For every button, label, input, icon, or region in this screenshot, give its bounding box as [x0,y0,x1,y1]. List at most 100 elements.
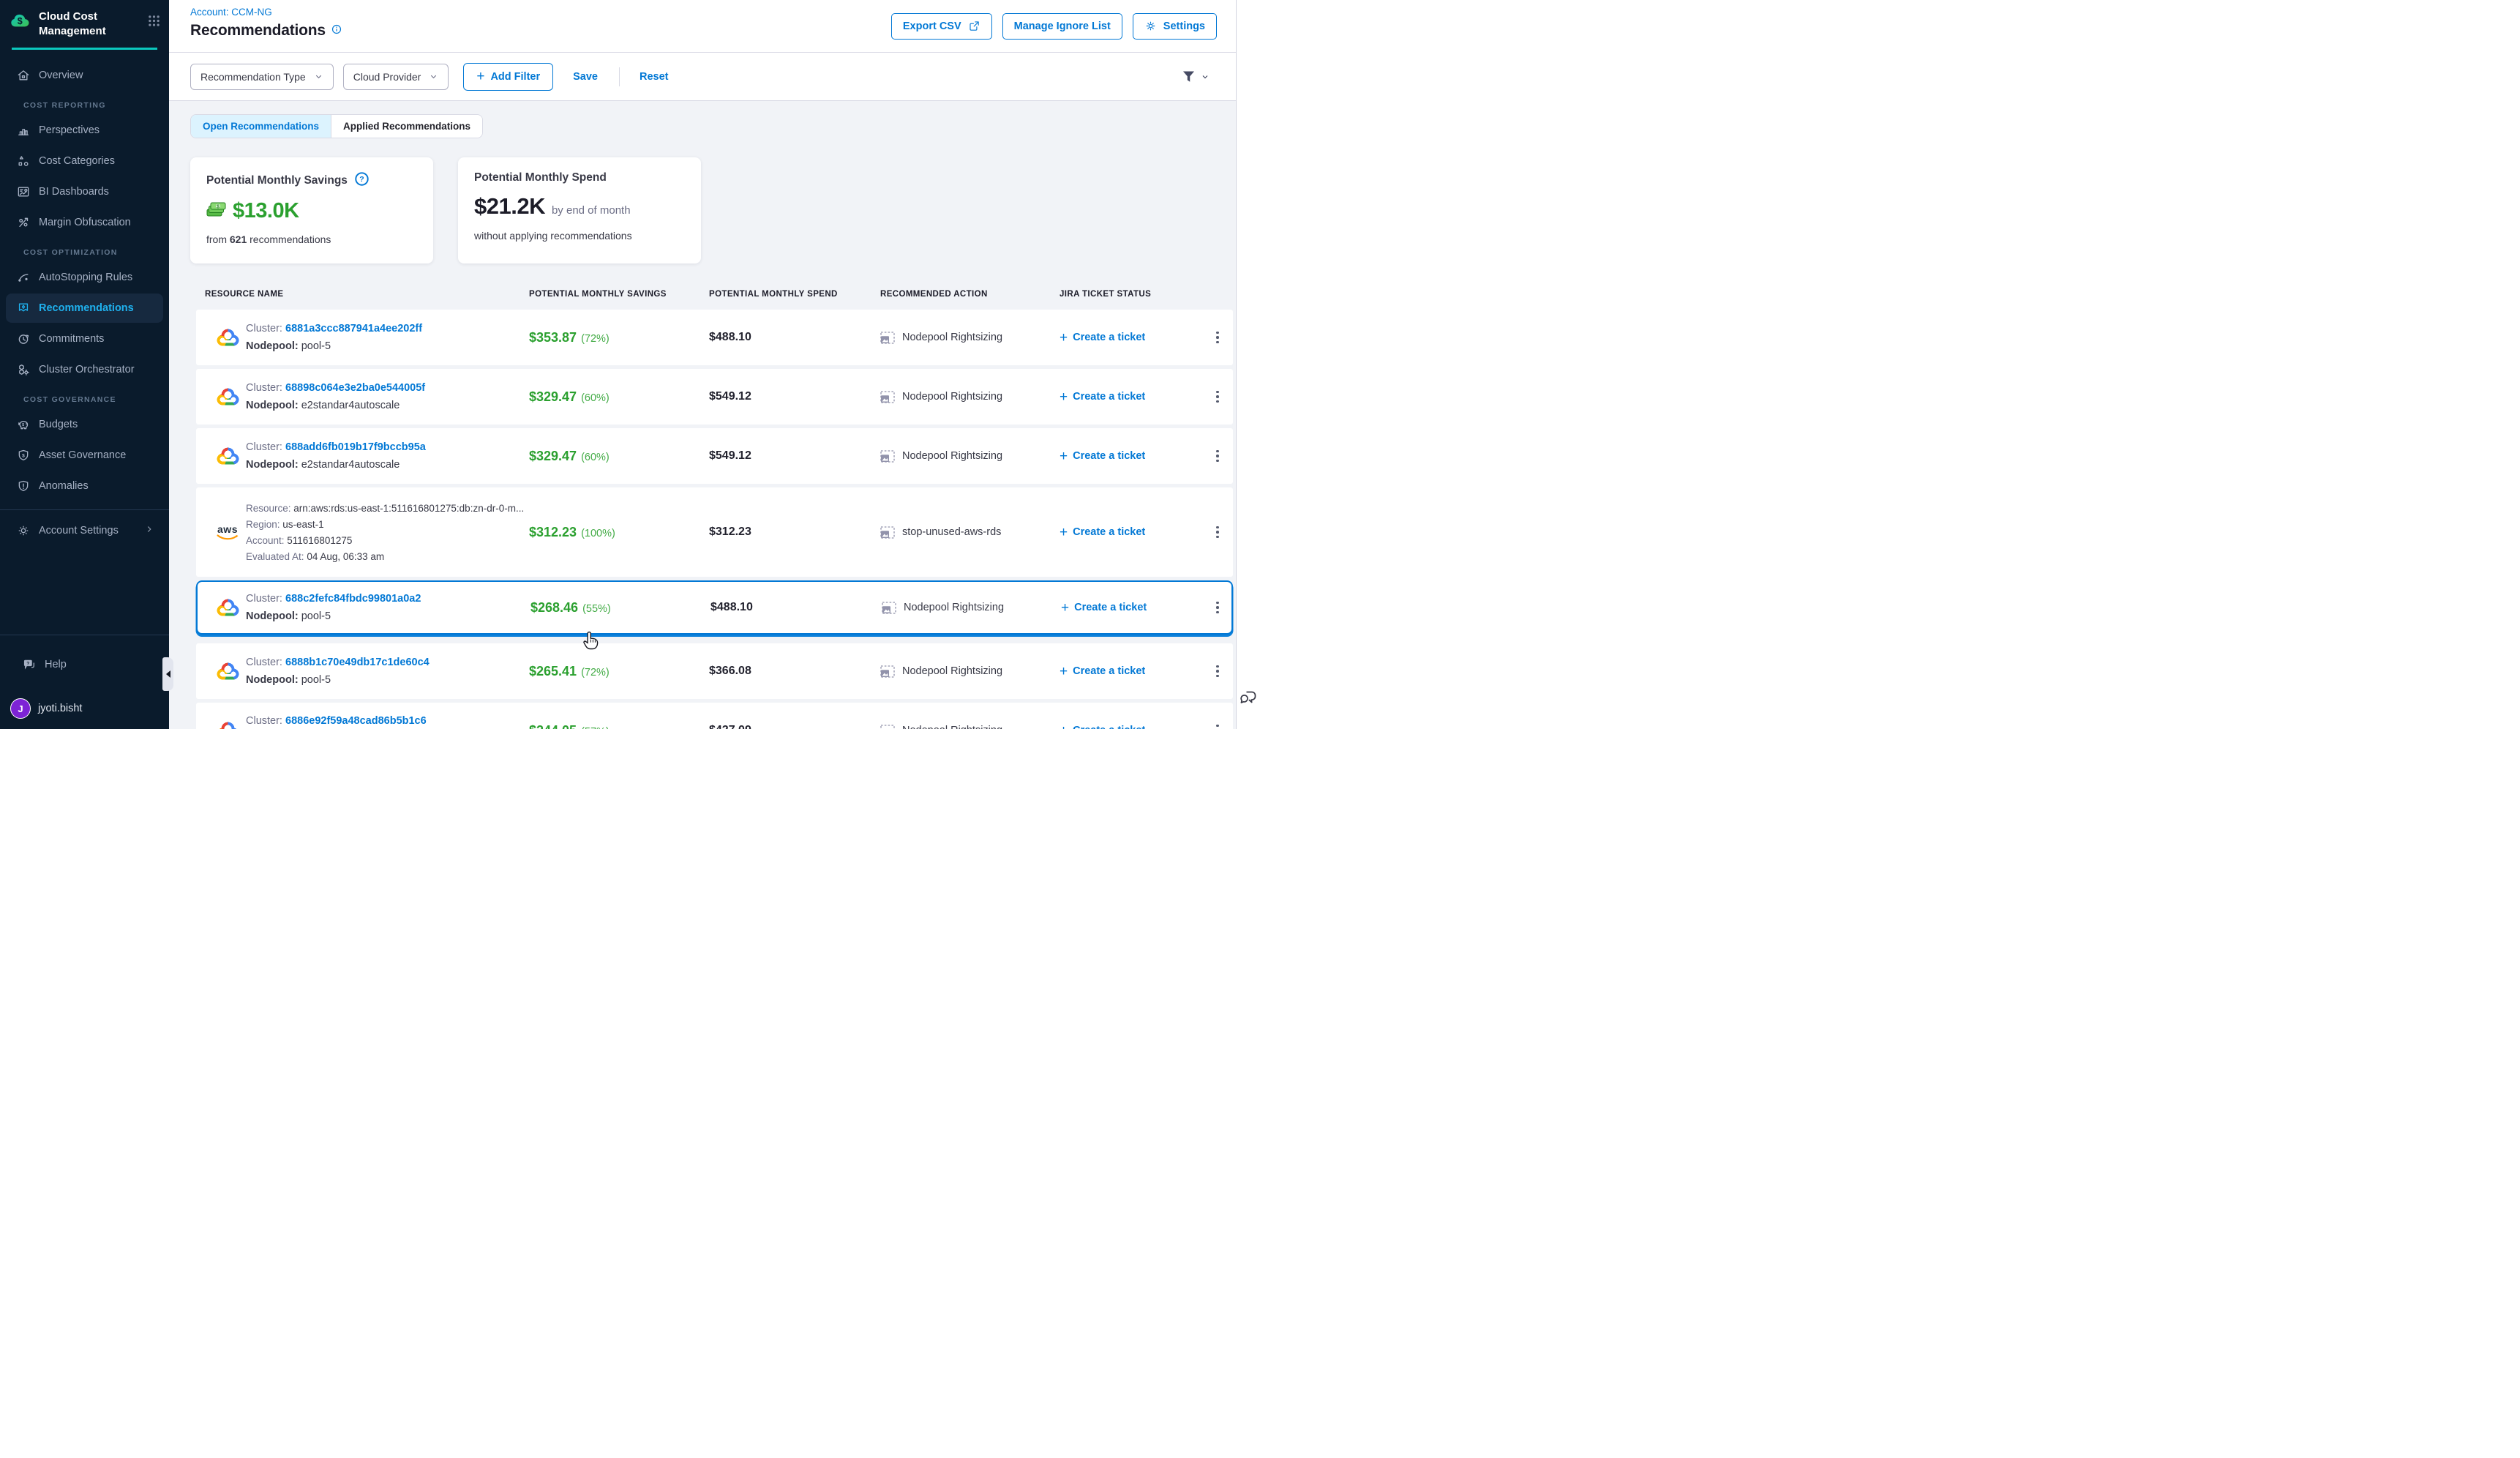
sidebar-item-commitments[interactable]: Commitments [6,324,163,354]
create-ticket-button[interactable]: +Create a ticket [1060,390,1202,404]
tab-open-recommendations[interactable]: Open Recommendations [191,115,331,138]
resource-line: Cluster: 6888b1c70e49db17c1de60c4 [246,657,430,668]
page-title: Recommendations [190,22,326,40]
chevron-right-icon [144,524,154,537]
resource-cell: Cluster: 6888b1c70e49db17c1de60c4Nodepoo… [196,657,529,686]
sidebar: $ Cloud Cost Management OverviewCOST REP… [0,0,169,729]
plus-icon: + [1060,526,1068,539]
row-actions-cell [1202,446,1233,466]
support-chat-icon[interactable] [1240,690,1257,710]
sidebar-item-label: Margin Obfuscation [39,217,131,228]
kebab-menu-icon[interactable] [1212,523,1223,542]
resource-line-label: Resource: [246,503,293,514]
sidebar-item-budgets[interactable]: $Budgets [6,410,163,439]
settings-button[interactable]: Settings [1133,13,1217,40]
resource-link[interactable]: 6888b1c70e49db17c1de60c4 [285,657,430,668]
action-label: Nodepool Rightsizing [902,725,1002,729]
sidebar-item-account-settings[interactable]: Account Settings [6,516,163,545]
savings-value: $353.87 [529,330,577,345]
question-icon[interactable]: ? [354,171,370,190]
create-ticket-button[interactable]: +Create a ticket [1060,665,1202,678]
sidebar-item-asset-governance[interactable]: $Asset Governance [6,441,163,470]
kebab-menu-icon[interactable] [1212,328,1223,348]
recommendation-row[interactable]: Cluster: 6881a3ccc887941a4ee202ffNodepoo… [196,310,1233,365]
recommendation-row[interactable]: Cluster: 68898c064e3e2ba0e544005fNodepoo… [196,369,1233,425]
kebab-menu-icon[interactable] [1212,446,1223,466]
recommended-action-cell: Nodepool Rightsizing [880,725,1060,730]
recommendation-row[interactable]: Cluster: 6886e92f59a48cad86b5b1c6 $244.05… [196,703,1233,729]
cloud-provider-dropdown[interactable]: Cloud Provider [343,64,449,90]
breadcrumb-account-link[interactable]: Account: CCM-NG [190,7,342,18]
recommendation-row[interactable]: Cluster: 688c2fefc84fbdc99801a0a2Nodepoo… [196,580,1233,635]
recommendation-row[interactable]: Cluster: 6888b1c70e49db17c1de60c4Nodepoo… [196,643,1233,699]
resource-line: Region: us-east-1 [246,519,524,530]
savings-percent: (60%) [581,392,610,404]
create-ticket-button[interactable]: + Create a ticket [1060,526,1202,539]
resource-line-label: Cluster: [246,715,285,727]
user-menu[interactable]: J jyoti.bisht [10,698,163,719]
sidebar-item-autostopping-rules[interactable]: AutoStopping Rules [6,263,163,292]
dropdown-label: Recommendation Type [200,71,306,83]
tab-applied-recommendations[interactable]: Applied Recommendations [331,115,482,138]
module-grid-icon[interactable] [148,15,160,31]
chevron-down-icon [1201,72,1210,81]
sidebar-item-recommendations[interactable]: Recommendations [6,294,163,323]
sidebar-item-anomalies[interactable]: Anomalies [6,471,163,501]
reset-filter-button[interactable]: Reset [640,71,669,83]
sidebar-item-bi-dashboards[interactable]: BI Dashboards [6,177,163,206]
resource-link[interactable]: 68898c064e3e2ba0e544005f [285,382,425,394]
sidebar-item-perspectives[interactable]: Perspectives [6,116,163,145]
content-scroll-area[interactable]: Open RecommendationsApplied Recommendati… [169,101,1236,729]
plus-icon: + [1060,724,1068,730]
sidebar-item-cluster-orchestrator[interactable]: Cluster Orchestrator [6,355,163,384]
sidebar-item-cost-categories[interactable]: Cost Categories [6,146,163,176]
create-ticket-button[interactable]: +Create a ticket [1060,449,1202,463]
recommendation-type-dropdown[interactable]: Recommendation Type [190,64,334,90]
sidebar-item-margin-obfuscation[interactable]: Margin Obfuscation [6,208,163,237]
resource-link[interactable]: 688add6fb019b17f9bccb95a [285,441,426,453]
create-ticket-label: Create a ticket [1073,526,1145,538]
sidebar-item-overview[interactable]: Overview [6,61,163,90]
resource-value: 511616801275 [287,535,352,546]
resource-link[interactable]: 688c2fefc84fbdc99801a0a2 [285,593,421,605]
add-filter-button[interactable]: + Add Filter [463,63,553,91]
resource-line: Nodepool: e2standar4autoscale [246,400,425,411]
page-header: Account: CCM-NG Recommendations Export C… [169,0,1236,53]
savings-percent: (100%) [581,528,615,539]
kebab-menu-icon[interactable] [1212,598,1223,618]
resource-link[interactable]: 6886e92f59a48cad86b5b1c6 [285,715,427,727]
savings-value: $265.41 [529,664,577,678]
resource-cell: Cluster: 688add6fb019b17f9bccb95aNodepoo… [196,441,529,471]
recommendations-table: RESOURCE NAMEPOTENTIAL MONTHLY SAVINGSPO… [196,280,1233,729]
create-ticket-button[interactable]: +Create a ticket [1060,331,1202,345]
sidebar-item-label: Budgets [39,419,78,430]
recommendation-row[interactable]: awsResource: arn:aws:rds:us-east-1:51161… [196,487,1233,577]
svg-text:$: $ [22,453,25,458]
filter-bar: Recommendation Type Cloud Provider + Add … [169,53,1236,101]
create-ticket-button[interactable]: +Create a ticket [1060,724,1202,730]
resource-link[interactable]: 6881a3ccc887941a4ee202ff [285,323,422,334]
rightsizing-icon [880,526,895,539]
save-filter-button[interactable]: Save [573,71,598,83]
info-icon[interactable] [331,23,342,39]
sidebar-collapse-handle[interactable] [162,657,173,691]
recommendation-row[interactable]: Cluster: 688add6fb019b17f9bccb95aNodepoo… [196,428,1233,484]
manage-ignore-list-button[interactable]: Manage Ignore List [1002,13,1122,40]
plus-icon: + [1060,665,1068,678]
table-body: Cluster: 6881a3ccc887941a4ee202ff Nodepoo… [196,310,1233,729]
filter-menu-button[interactable] [1182,70,1210,83]
kebab-menu-icon[interactable] [1212,721,1223,729]
user-name: jyoti.bisht [38,703,82,714]
resource-line: Evaluated At: 04 Aug, 06:33 am [246,551,524,562]
app-title: Cloud Cost Management [39,10,127,38]
savings-percent: (57%) [581,726,610,730]
export-csv-button[interactable]: Export CSV [891,13,992,40]
kebab-menu-icon[interactable] [1212,387,1223,407]
resource-line-label: Cluster: [246,441,285,453]
create-ticket-button[interactable]: +Create a ticket [1061,601,1204,615]
sidebar-item-label: Commitments [39,333,104,345]
savings-cell: $244.05(57%) [529,723,709,730]
sidebar-item-label: Perspectives [39,124,100,136]
sidebar-item-help[interactable]: ? Help [12,650,157,679]
kebab-menu-icon[interactable] [1212,662,1223,681]
